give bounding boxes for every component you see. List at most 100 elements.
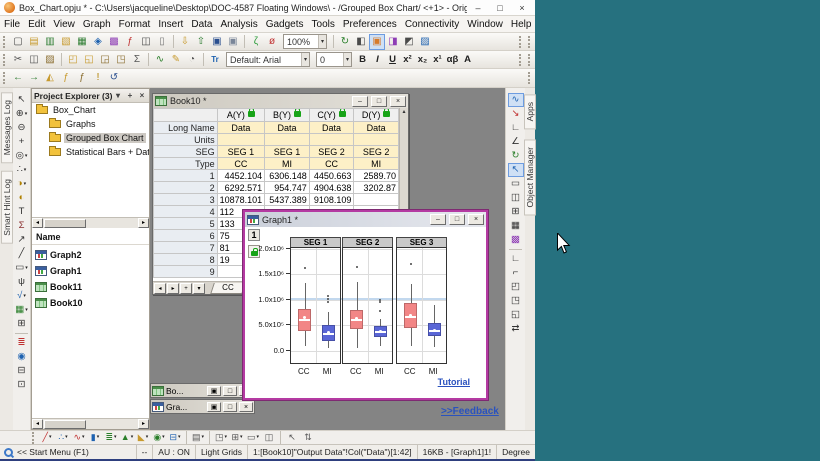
equation-insert-icon[interactable]: √▾: [14, 289, 30, 303]
paste-icon[interactable]: ▨: [42, 52, 58, 68]
layer-top-icon[interactable]: ⌐: [508, 266, 524, 280]
fit-page-icon[interactable]: ⊡: [14, 378, 30, 392]
subscript-button[interactable]: x₂: [415, 52, 430, 67]
toolbar-grip[interactable]: [32, 432, 36, 444]
new-graph-icon[interactable]: ◈: [90, 34, 106, 50]
zoom-in-tool-icon[interactable]: ⊕▾: [14, 107, 30, 121]
scrollbar-thumb[interactable]: [44, 420, 86, 429]
toolbar-grip[interactable]: [528, 54, 532, 66]
insert-graph-bottom-icon[interactable]: ◳▾: [213, 431, 229, 444]
data-cell[interactable]: 6292.571: [217, 182, 265, 194]
shape-tool-icon[interactable]: ▭▾: [14, 261, 30, 275]
menu-format[interactable]: Format: [115, 19, 155, 30]
corner-cell[interactable]: [154, 109, 218, 122]
data-selector-icon[interactable]: ◑▾: [14, 177, 30, 191]
row-label[interactable]: 4: [154, 206, 218, 218]
row-label[interactable]: Long Name: [154, 122, 218, 134]
clear-format-icon[interactable]: ◔: [184, 52, 200, 68]
superscript-button[interactable]: x²: [400, 52, 415, 67]
header-cell[interactable]: [217, 134, 265, 146]
line-plot-icon[interactable]: ╱▾: [39, 431, 55, 444]
3d-plot-icon[interactable]: ▲▾: [119, 431, 135, 444]
layer-bottom-icon[interactable]: ◱: [508, 308, 524, 322]
scrollbar-thumb[interactable]: [44, 219, 86, 228]
zoom-caret-icon[interactable]: ▾: [318, 35, 326, 48]
swap-layers-icon[interactable]: ⇄: [508, 322, 524, 336]
extract-layer-icon[interactable]: ◫: [261, 431, 277, 444]
arrow-tool-icon[interactable]: ↗: [14, 233, 30, 247]
layer-left-icon[interactable]: ◰: [508, 280, 524, 294]
data-cell[interactable]: 4452.104: [217, 170, 265, 182]
underline-button[interactable]: U: [385, 52, 400, 67]
data-cell[interactable]: 6306.148: [265, 170, 310, 182]
dock-tab-messages-log[interactable]: Messages Log: [1, 92, 13, 163]
header-cell[interactable]: MI: [265, 158, 310, 170]
menu-data[interactable]: Data: [187, 19, 216, 30]
column-header-ay[interactable]: A(Y): [217, 109, 265, 122]
header-cell[interactable]: Data: [217, 122, 265, 134]
header-cell[interactable]: SEG 2: [354, 146, 399, 158]
row-label[interactable]: SEG: [154, 146, 218, 158]
add-layer-bottom-icon[interactable]: ▭▾: [245, 431, 261, 444]
minimize-button[interactable]: –: [467, 2, 489, 14]
header-cell[interactable]: SEG 1: [265, 146, 310, 158]
cut-icon[interactable]: ✂: [10, 52, 26, 68]
greek-button[interactable]: αβ: [445, 52, 460, 67]
header-cell[interactable]: SEG 2: [309, 146, 354, 158]
increase-font-button[interactable]: A: [460, 52, 475, 67]
line-tool-icon[interactable]: ╱: [14, 247, 30, 261]
title-bar[interactable]: Box_Chart.opju * - C:\Users\jacqueline\D…: [0, 0, 535, 16]
screen-reader-icon[interactable]: ◎▾: [14, 149, 30, 163]
graph-maker-icon[interactable]: ∿: [152, 52, 168, 68]
header-cell[interactable]: Data: [309, 122, 354, 134]
graph-minimize-button[interactable]: –: [430, 214, 446, 225]
forward-icon[interactable]: →: [26, 70, 42, 86]
sheet-prev-icon[interactable]: ◂: [154, 283, 166, 294]
folder-box-chart[interactable]: Box_Chart: [32, 103, 149, 117]
toolbar-grip[interactable]: [519, 54, 523, 66]
line-symbol-plot-icon[interactable]: ∿▾: [71, 431, 87, 444]
insert-rows-icon[interactable]: ◲: [97, 52, 113, 68]
insert-columns-icon[interactable]: ◳: [113, 52, 129, 68]
dock-tab-object-manager[interactable]: Object Manager: [524, 139, 536, 215]
mask-tool-icon[interactable]: ◐: [14, 191, 30, 205]
four-panel-icon[interactable]: ⊞: [508, 205, 524, 219]
script-window-icon[interactable]: ◩: [401, 34, 417, 50]
pointer-bottom-icon[interactable]: ↖: [284, 431, 300, 444]
bold-button[interactable]: B: [355, 52, 370, 67]
pan-tool-icon[interactable]: +: [14, 135, 30, 149]
data-cell[interactable]: 10878.101: [217, 194, 265, 206]
header-cell[interactable]: [265, 134, 310, 146]
workbook-title-bar[interactable]: Book10 * – □ ×: [153, 94, 408, 108]
font-size-combo[interactable]: 0 ▾: [316, 52, 352, 67]
recalculate-icon[interactable]: !: [90, 70, 106, 86]
panel-close-icon[interactable]: ×: [137, 91, 147, 100]
row-label[interactable]: 7: [154, 242, 218, 254]
undo-icon[interactable]: ↺: [106, 70, 122, 86]
maximize-button[interactable]: □: [223, 386, 237, 396]
header-cell[interactable]: [309, 134, 354, 146]
close-button[interactable]: ×: [239, 402, 253, 412]
column-plot-icon[interactable]: ▮▾: [87, 431, 103, 444]
rescale-icon[interactable]: ∟: [508, 121, 524, 135]
header-cell[interactable]: [354, 134, 399, 146]
menu-view[interactable]: View: [49, 19, 79, 30]
graph-window[interactable]: Graph1 * – □ × 1 Tutorial 2.0x10⁶1.5x10⁶…: [243, 210, 488, 400]
sheet-tab[interactable]: CC: [210, 283, 245, 294]
reorder-icon[interactable]: ⇅: [300, 431, 316, 444]
list-item-graph2[interactable]: Graph2: [32, 247, 149, 263]
list-item-graph1[interactable]: Graph1: [32, 263, 149, 279]
close-button[interactable]: ×: [511, 2, 533, 14]
menu-analysis[interactable]: Analysis: [216, 19, 261, 30]
toolbar-grip[interactable]: [3, 36, 7, 48]
header-cell[interactable]: Data: [265, 122, 310, 134]
data-reader-icon[interactable]: ∴▾: [14, 163, 30, 177]
tutorial-link[interactable]: Tutorial: [438, 377, 470, 387]
save-window-icon[interactable]: ▣: [225, 34, 241, 50]
import-file-icon[interactable]: ⇧: [193, 34, 209, 50]
header-cell[interactable]: Data: [354, 122, 399, 134]
row-label[interactable]: 2: [154, 182, 218, 194]
toolbar-grip[interactable]: [528, 36, 532, 48]
menu-window[interactable]: Window: [463, 19, 507, 30]
layer-corner-icon[interactable]: ∟: [508, 252, 524, 266]
